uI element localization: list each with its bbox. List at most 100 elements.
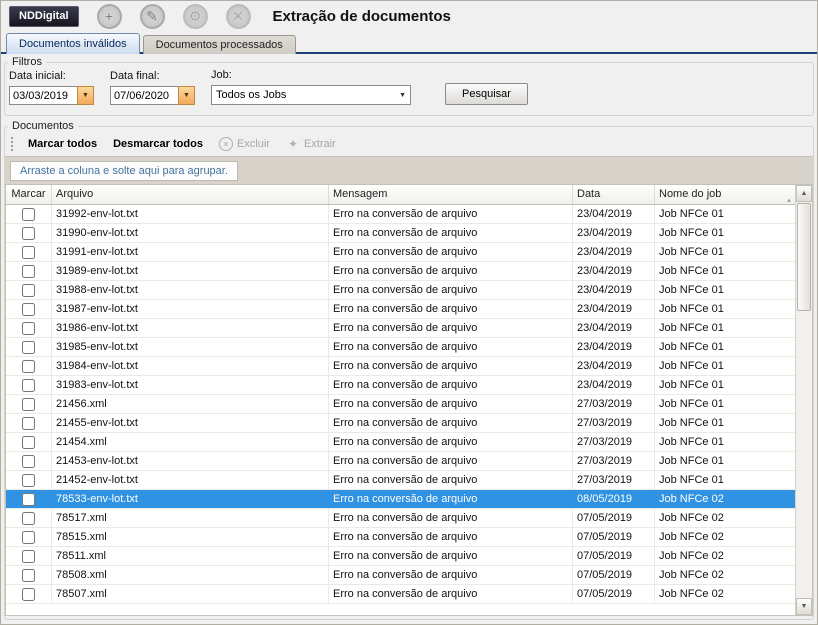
table-row[interactable]: 31992-env-lot.txt Erro na conversão de a… (6, 205, 795, 224)
scroll-up-icon[interactable]: ▲ (796, 185, 812, 202)
table-row[interactable]: 31988-env-lot.txt Erro na conversão de a… (6, 281, 795, 300)
cell-arquivo: 78511.xml (52, 547, 329, 565)
sort-ascending-icon: ▲ (786, 192, 792, 204)
job-combobox[interactable]: Todos os Jobs ▼ (211, 85, 411, 105)
row-checkbox[interactable] (22, 322, 35, 335)
start-date-dropdown-icon[interactable]: ▼ (77, 86, 94, 105)
table-row[interactable]: 31990-env-lot.txt Erro na conversão de a… (6, 224, 795, 243)
table-row[interactable]: 21453-env-lot.txt Erro na conversão de a… (6, 452, 795, 471)
row-checkbox[interactable] (22, 246, 35, 259)
cell-data: 23/04/2019 (573, 243, 655, 261)
toolbar-grip[interactable] (11, 137, 14, 151)
tab-documentos-processados[interactable]: Documentos processados (143, 35, 296, 54)
row-checkbox[interactable] (22, 569, 35, 582)
row-checkbox[interactable] (22, 341, 35, 354)
row-checkbox[interactable] (22, 303, 35, 316)
column-header-marcar[interactable]: Marcar (6, 185, 52, 204)
row-checkbox[interactable] (22, 417, 35, 430)
row-checkbox-cell (6, 471, 52, 489)
cell-job: Job NFCe 01 (655, 205, 795, 223)
row-checkbox[interactable] (22, 360, 35, 373)
table-row[interactable]: 21455-env-lot.txt Erro na conversão de a… (6, 414, 795, 433)
mark-all-button[interactable]: Marcar todos (20, 135, 105, 153)
cell-job: Job NFCe 01 (655, 262, 795, 280)
cell-arquivo: 31983-env-lot.txt (52, 376, 329, 394)
row-checkbox[interactable] (22, 588, 35, 601)
row-checkbox[interactable] (22, 474, 35, 487)
add-icon[interactable]: + (97, 4, 122, 29)
cell-job: Job NFCe 01 (655, 376, 795, 394)
row-checkbox[interactable] (22, 512, 35, 525)
row-checkbox[interactable] (22, 531, 35, 544)
tab-strip: Documentos inválidos Documentos processa… (1, 31, 817, 54)
end-date-dropdown-icon[interactable]: ▼ (178, 86, 195, 105)
cell-mensagem: Erro na conversão de arquivo (329, 300, 573, 318)
table-row[interactable]: 31983-env-lot.txt Erro na conversão de a… (6, 376, 795, 395)
cell-arquivo: 31985-env-lot.txt (52, 338, 329, 356)
column-header-nome-do-job-label: Nome do job (659, 188, 721, 200)
row-checkbox[interactable] (22, 284, 35, 297)
cell-data: 23/04/2019 (573, 281, 655, 299)
row-checkbox[interactable] (22, 379, 35, 392)
row-checkbox-cell (6, 300, 52, 318)
search-button[interactable]: Pesquisar (445, 83, 528, 105)
tab-documentos-invalidos[interactable]: Documentos inválidos (6, 33, 140, 54)
column-header-data[interactable]: Data (573, 185, 655, 204)
table-row[interactable]: 78515.xml Erro na conversão de arquivo 0… (6, 528, 795, 547)
nddigital-button[interactable]: NDDigital (9, 6, 79, 27)
cell-data: 07/05/2019 (573, 585, 655, 603)
column-header-arquivo[interactable]: Arquivo (52, 185, 329, 204)
cell-mensagem: Erro na conversão de arquivo (329, 357, 573, 375)
cell-job: Job NFCe 02 (655, 490, 795, 508)
vertical-scrollbar[interactable]: ▲ ▼ (795, 185, 812, 615)
scroll-down-icon[interactable]: ▼ (796, 598, 812, 615)
table-row[interactable]: 78508.xml Erro na conversão de arquivo 0… (6, 566, 795, 585)
page-title: Extração de documentos (273, 8, 451, 25)
cell-job: Job NFCe 02 (655, 528, 795, 546)
settings-icon[interactable]: ⚙ (183, 4, 208, 29)
cell-mensagem: Erro na conversão de arquivo (329, 262, 573, 280)
cell-data: 07/05/2019 (573, 566, 655, 584)
row-checkbox[interactable] (22, 550, 35, 563)
table-row[interactable]: 21456.xml Erro na conversão de arquivo 2… (6, 395, 795, 414)
row-checkbox[interactable] (22, 208, 35, 221)
column-header-mensagem[interactable]: Mensagem (329, 185, 573, 204)
extract-button[interactable]: ✦ Extrair (278, 134, 344, 154)
table-row[interactable]: 31987-env-lot.txt Erro na conversão de a… (6, 300, 795, 319)
table-row[interactable]: 21452-env-lot.txt Erro na conversão de a… (6, 471, 795, 490)
row-checkbox[interactable] (22, 436, 35, 449)
table-row[interactable]: 78511.xml Erro na conversão de arquivo 0… (6, 547, 795, 566)
table-row[interactable]: 31984-env-lot.txt Erro na conversão de a… (6, 357, 795, 376)
delete-button[interactable]: ✕ Excluir (211, 134, 278, 154)
start-date-input[interactable] (9, 86, 77, 105)
cell-mensagem: Erro na conversão de arquivo (329, 547, 573, 565)
unmark-all-button[interactable]: Desmarcar todos (105, 135, 211, 153)
column-header-nome-do-job[interactable]: Nome do job ▲ (655, 185, 795, 204)
table-row[interactable]: 78507.xml Erro na conversão de arquivo 0… (6, 585, 795, 604)
filters-groupbox: Filtros Data inicial: ▼ Data final: ▼ Jo… (4, 56, 814, 116)
scrollbar-thumb[interactable] (797, 203, 811, 311)
row-checkbox[interactable] (22, 398, 35, 411)
table-row[interactable]: 78517.xml Erro na conversão de arquivo 0… (6, 509, 795, 528)
end-date-input[interactable] (110, 86, 178, 105)
row-checkbox[interactable] (22, 227, 35, 240)
row-checkbox[interactable] (22, 493, 35, 506)
table-row[interactable]: 21454.xml Erro na conversão de arquivo 2… (6, 433, 795, 452)
row-checkbox[interactable] (22, 455, 35, 468)
cell-mensagem: Erro na conversão de arquivo (329, 224, 573, 242)
table-row[interactable]: 31991-env-lot.txt Erro na conversão de a… (6, 243, 795, 262)
documents-groupbox: Documentos Marcar todos Desmarcar todos … (4, 120, 814, 620)
cancel-icon[interactable]: ✕ (226, 4, 251, 29)
cell-job: Job NFCe 01 (655, 471, 795, 489)
edit-icon[interactable]: ✎ (140, 4, 165, 29)
table-row[interactable]: 31985-env-lot.txt Erro na conversão de a… (6, 338, 795, 357)
table-row[interactable]: 31989-env-lot.txt Erro na conversão de a… (6, 262, 795, 281)
row-checkbox[interactable] (22, 265, 35, 278)
group-by-hint[interactable]: Arraste a coluna e solte aqui para agrup… (10, 161, 238, 181)
row-checkbox-cell (6, 490, 52, 508)
table-row[interactable]: 78533-env-lot.txt Erro na conversão de a… (6, 490, 795, 509)
cell-job: Job NFCe 01 (655, 281, 795, 299)
table-row[interactable]: 31986-env-lot.txt Erro na conversão de a… (6, 319, 795, 338)
cell-arquivo: 21453-env-lot.txt (52, 452, 329, 470)
cell-data: 23/04/2019 (573, 338, 655, 356)
